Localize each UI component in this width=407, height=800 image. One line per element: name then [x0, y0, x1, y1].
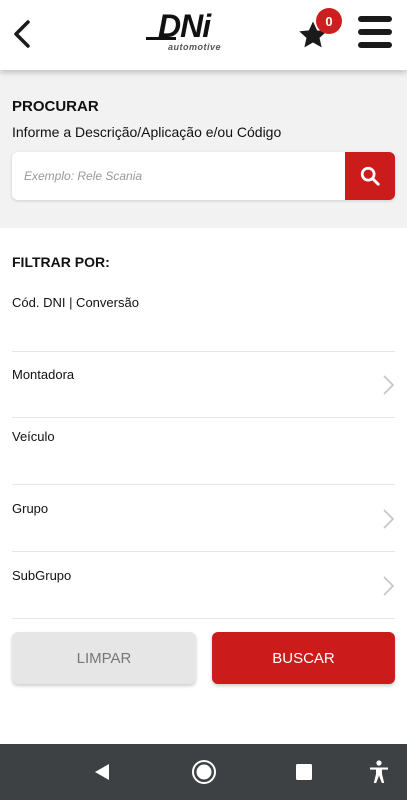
nav-accessibility-button[interactable] [362, 744, 396, 800]
accessibility-icon [370, 760, 388, 783]
filter-item-codigo[interactable]: Cód. DNI | Conversão [12, 286, 395, 352]
nav-home-button[interactable] [186, 744, 222, 800]
brand-logo: DNi automotive [140, 8, 270, 56]
filter-item-label: Veículo [12, 429, 55, 444]
search-subtitle: Informe a Descrição/Aplicação e/ou Códig… [12, 124, 282, 140]
logo-subtext: automotive [168, 42, 222, 52]
filter-item-label: Cód. DNI | Conversão [12, 295, 139, 310]
filter-item-subgrupo[interactable]: SubGrupo [12, 552, 395, 619]
back-button[interactable] [8, 18, 36, 50]
search-box [12, 152, 395, 200]
clear-button[interactable]: LIMPAR [12, 632, 196, 684]
recents-square-icon [296, 764, 312, 780]
search-input[interactable] [12, 152, 345, 200]
filter-item-grupo[interactable]: Grupo [12, 485, 395, 552]
menu-button[interactable] [358, 14, 394, 50]
logo-text: DNi [158, 8, 211, 44]
search-title: PROCURAR [12, 98, 99, 115]
home-circle-icon [192, 760, 216, 784]
filter-item-veiculo[interactable]: Veículo [12, 418, 395, 485]
filter-item-label: Grupo [12, 501, 49, 516]
chevron-right-icon [383, 576, 395, 596]
filter-item-montadora[interactable]: Montadora [12, 352, 395, 418]
filter-item-label: Montadora [12, 367, 75, 382]
nav-back-button[interactable] [84, 744, 120, 800]
search-submit-button[interactable]: BUSCAR [212, 632, 395, 684]
search-section: PROCURAR Informe a Descrição/Aplicação e… [0, 70, 407, 228]
app-header: DNi automotive 0 [0, 0, 407, 70]
favorites-count-badge: 0 [316, 8, 342, 34]
filter-item-label: SubGrupo [12, 568, 72, 583]
chevron-left-icon [14, 20, 30, 48]
nav-recents-button[interactable] [286, 744, 322, 800]
chevron-right-icon [383, 375, 395, 395]
back-triangle-icon [95, 764, 109, 780]
search-icon [360, 166, 380, 186]
chevron-right-icon [383, 509, 395, 529]
filter-title: FILTRAR POR: [12, 254, 110, 270]
system-nav-bar [0, 744, 407, 800]
search-button[interactable] [345, 152, 395, 200]
